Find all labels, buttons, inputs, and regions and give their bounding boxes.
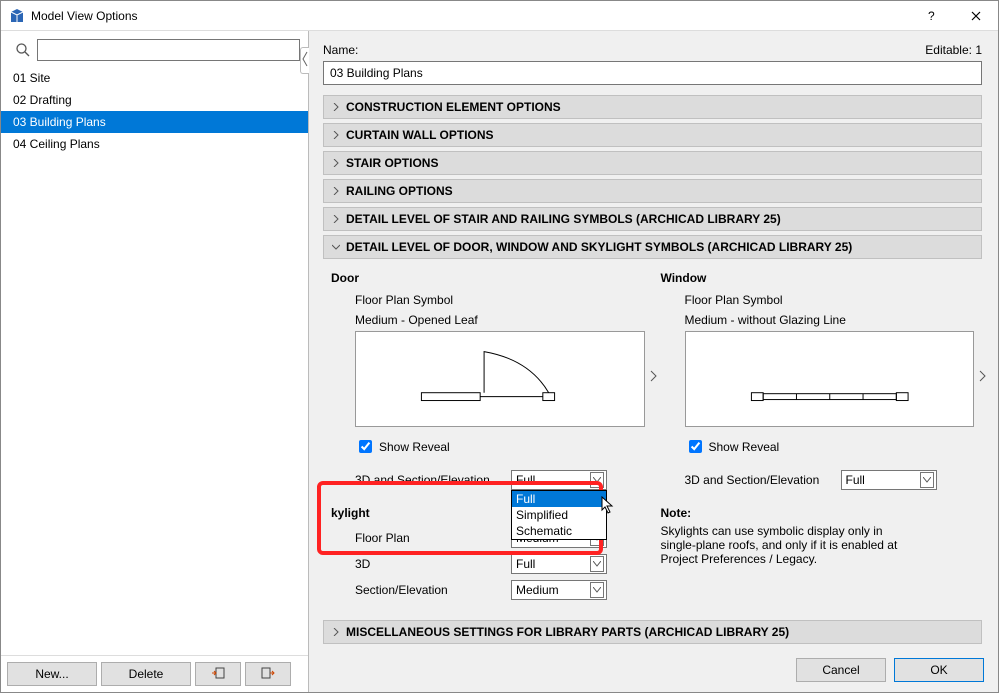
list-item[interactable]: 04 Ceiling Plans: [1, 133, 308, 155]
door-show-reveal-label: Show Reveal: [379, 440, 450, 454]
chevron-right-icon: [332, 215, 340, 223]
chevron-right-icon: [332, 103, 340, 111]
close-button[interactable]: [953, 1, 998, 31]
titlebar: Model View Options ?: [1, 1, 998, 31]
window-se-label: 3D and Section/Elevation: [685, 473, 833, 487]
note-body: Skylights can use symbolic display only …: [661, 524, 921, 566]
chevron-left-icon: [302, 50, 308, 68]
chevron-down-icon: [332, 243, 340, 251]
section-railing[interactable]: RAILING OPTIONS: [323, 179, 982, 203]
skylight-se-select[interactable]: Medium: [511, 580, 607, 600]
door-title: Door: [331, 271, 645, 285]
chevron-down-icon: [590, 556, 604, 572]
svg-text:?: ?: [928, 11, 935, 21]
note-column: Note: Skylights can use symbolic display…: [661, 506, 975, 606]
export-button[interactable]: [245, 662, 291, 686]
section-stair[interactable]: STAIR OPTIONS: [323, 151, 982, 175]
door-fps-label: Floor Plan Symbol: [355, 293, 645, 307]
editable-label: Editable: 1: [925, 43, 982, 57]
list-item[interactable]: 03 Building Plans: [1, 111, 308, 133]
section-misc[interactable]: MISCELLANEOUS SETTINGS FOR LIBRARY PARTS…: [323, 620, 982, 644]
skylight-3d-select[interactable]: Full: [511, 554, 607, 574]
door-preview[interactable]: [355, 331, 645, 427]
main-panel: Name: Editable: 1 CONSTRUCTION ELEMENT O…: [309, 31, 998, 692]
section-detail-door[interactable]: DETAIL LEVEL OF DOOR, WINDOW AND SKYLIGH…: [323, 235, 982, 259]
dropdown-option[interactable]: Full: [512, 491, 606, 507]
import-icon: [210, 666, 226, 682]
chevron-right-icon[interactable]: [650, 370, 658, 382]
dialog-footer: Cancel OK: [309, 648, 998, 692]
detail-door-body: Door Floor Plan Symbol Medium - Opened L…: [323, 263, 982, 616]
delete-button[interactable]: Delete: [101, 662, 191, 686]
window-title: Window: [661, 271, 975, 285]
window-preview[interactable]: [685, 331, 975, 427]
search-icon: [15, 42, 31, 58]
chevron-down-icon: [590, 582, 604, 598]
window-se-select[interactable]: Full: [841, 470, 937, 490]
chevron-right-icon: [332, 187, 340, 195]
splitter-handle[interactable]: [300, 47, 309, 74]
section-detail-stair[interactable]: DETAIL LEVEL OF STAIR AND RAILING SYMBOL…: [323, 207, 982, 231]
app-icon: [9, 8, 25, 24]
chevron-down-icon: [590, 472, 604, 488]
chevron-right-icon[interactable]: [979, 370, 987, 382]
door-se-select[interactable]: Full: [511, 470, 607, 490]
list-item[interactable]: 01 Site: [1, 67, 308, 89]
door-se-dropdown: Full Simplified Schematic: [511, 490, 607, 540]
cancel-button[interactable]: Cancel: [796, 658, 886, 682]
door-symbol-icon: [356, 332, 644, 426]
new-button[interactable]: New...: [7, 662, 97, 686]
window-preview-label: Medium - without Glazing Line: [685, 313, 975, 327]
door-se-label: 3D and Section/Elevation: [355, 473, 503, 487]
name-label: Name:: [323, 43, 358, 57]
window-show-reveal-checkbox[interactable]: [689, 440, 702, 453]
dialog-window: Model View Options ? 01 Site 02 Drafting…: [0, 0, 999, 693]
door-preview-label: Medium - Opened Leaf: [355, 313, 645, 327]
ok-button[interactable]: OK: [894, 658, 984, 682]
section-construction[interactable]: CONSTRUCTION ELEMENT OPTIONS: [323, 95, 982, 119]
section-curtain[interactable]: CURTAIN WALL OPTIONS: [323, 123, 982, 147]
window-title: Model View Options: [31, 9, 908, 23]
window-symbol-icon: [686, 332, 974, 426]
note-title: Note:: [661, 506, 975, 520]
window-fps-label: Floor Plan Symbol: [685, 293, 975, 307]
chevron-right-icon: [332, 628, 340, 636]
export-icon: [260, 666, 276, 682]
door-column: Door Floor Plan Symbol Medium - Opened L…: [331, 271, 645, 496]
dropdown-option[interactable]: Schematic: [512, 523, 606, 539]
sidebar: 01 Site 02 Drafting 03 Building Plans 04…: [1, 31, 309, 692]
chevron-right-icon: [332, 131, 340, 139]
help-button[interactable]: ?: [908, 1, 953, 31]
option-list: 01 Site 02 Drafting 03 Building Plans 04…: [1, 67, 308, 655]
search-input[interactable]: [37, 39, 300, 61]
chevron-down-icon: [920, 472, 934, 488]
chevron-right-icon: [332, 159, 340, 167]
skylight-floorplan-label: Floor Plan: [355, 531, 503, 545]
name-input[interactable]: [323, 61, 982, 85]
window-column: Window Floor Plan Symbol Medium - withou…: [661, 271, 975, 496]
window-show-reveal-label: Show Reveal: [709, 440, 780, 454]
list-item[interactable]: 02 Drafting: [1, 89, 308, 111]
skylight-3d-label: 3D: [355, 557, 503, 571]
skylight-se-label: Section/Elevation: [355, 583, 503, 597]
door-show-reveal-checkbox[interactable]: [359, 440, 372, 453]
dropdown-option[interactable]: Simplified: [512, 507, 606, 523]
import-button[interactable]: [195, 662, 241, 686]
